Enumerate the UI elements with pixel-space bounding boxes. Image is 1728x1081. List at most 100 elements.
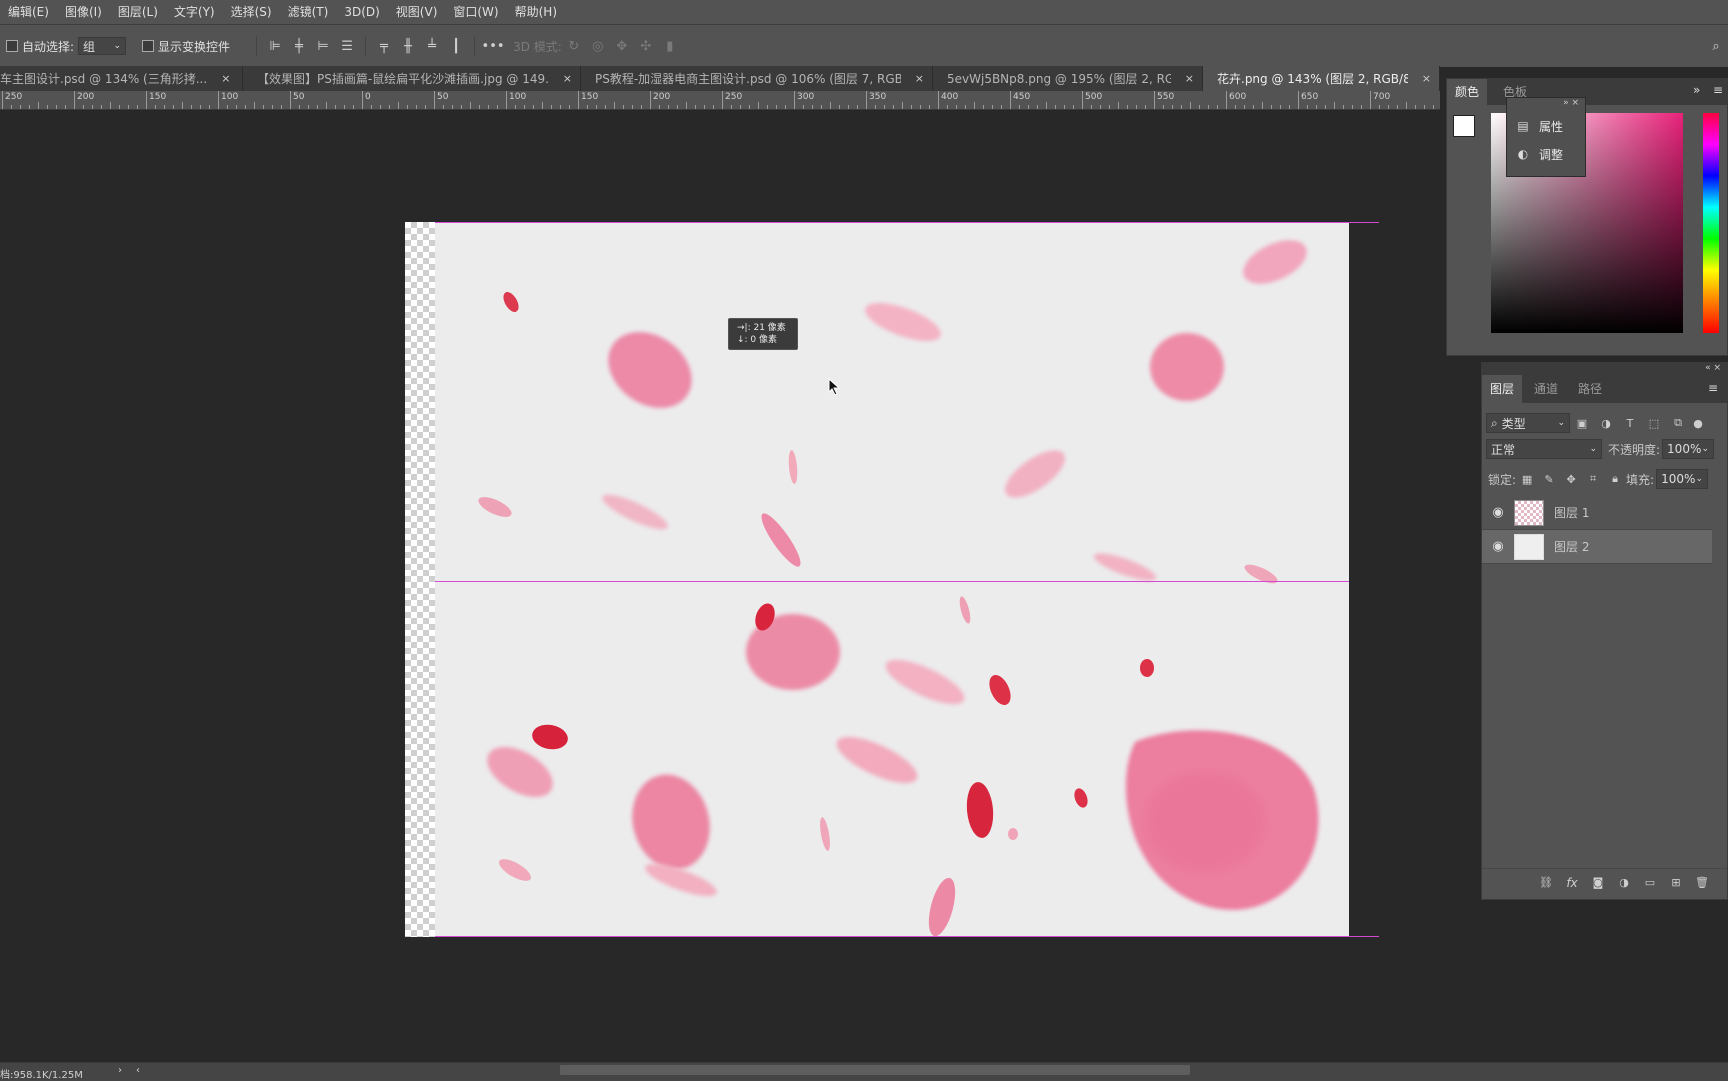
layer-row-2[interactable]: ◉ 图层 2 (1482, 530, 1712, 564)
close-icon[interactable]: × (1185, 72, 1194, 85)
new-adjustment-icon[interactable]: ◑ (1611, 871, 1637, 895)
flyout-item-properties[interactable]: ▤ 属性 (1507, 112, 1585, 140)
menu-select[interactable]: 选择(S) (223, 0, 280, 24)
lock-transparent-icon[interactable]: ▦ (1516, 467, 1538, 491)
roll-3d-icon[interactable]: ◎ (586, 34, 610, 58)
menu-help[interactable]: 帮助(H) (507, 0, 565, 24)
layers-footer: ⛓︎ fx ◙ ◑ ▭ ⊞ 🗑︎ (1482, 868, 1727, 896)
tab-doc-active[interactable]: 花卉.png @ 143% (图层 2, RGB/8) * × (1203, 66, 1440, 91)
visibility-eye-icon[interactable]: ◉ (1482, 505, 1514, 520)
filter-shape-icon[interactable]: ⬚ (1642, 411, 1666, 435)
panel-menu-icon[interactable]: ≡ (1713, 83, 1723, 97)
menu-3d[interactable]: 3D(D) (336, 0, 387, 24)
scale-3d-icon[interactable]: ▮ (658, 34, 682, 58)
layer-name[interactable]: 图层 2 (1554, 538, 1589, 555)
menu-view[interactable]: 视图(V) (388, 0, 446, 24)
filter-type-icon[interactable]: T (1618, 411, 1642, 435)
ruler-minor-tick (29, 105, 30, 109)
close-icon[interactable]: × (1422, 72, 1431, 85)
collapse-icon[interactable]: » (1693, 83, 1700, 97)
menu-edit[interactable]: 编辑(E) (0, 0, 57, 24)
tab-color[interactable]: 颜色 (1447, 79, 1488, 105)
align-middle-icon[interactable]: ╫ (396, 34, 420, 58)
flyout-item-adjustments[interactable]: ◐ 调整 (1507, 140, 1585, 168)
menu-layer[interactable]: 图层(L) (110, 0, 166, 24)
foreground-swatch[interactable] (1453, 115, 1475, 137)
menu-type[interactable]: 文字(Y) (166, 0, 223, 24)
tab-layers[interactable]: 图层 (1482, 375, 1523, 403)
hue-slider[interactable] (1703, 113, 1719, 333)
auto-select-dropdown[interactable]: 组 ⌄ (78, 37, 127, 55)
ruler-minor-tick (821, 105, 822, 109)
tab-doc-3[interactable]: PS教程-加湿器电商主图设计.psd @ 106% (图层 7, RGB... … (581, 66, 933, 91)
layer-name[interactable]: 图层 1 (1554, 504, 1589, 521)
distribute-vertical-icon[interactable]: ┃ (444, 34, 468, 58)
align-top-icon[interactable]: ╤ (372, 34, 396, 58)
document-canvas[interactable] (405, 222, 1349, 937)
tab-channels[interactable]: 通道 (1526, 375, 1566, 403)
expand-icon[interactable]: » (1563, 98, 1569, 108)
ruler-minor-tick (488, 105, 489, 109)
delete-layer-icon[interactable]: 🗑︎ (1689, 871, 1715, 895)
close-icon[interactable]: × (563, 72, 572, 85)
new-group-icon[interactable]: ▭ (1637, 871, 1663, 895)
opacity-field[interactable]: 100% ⌄ (1662, 439, 1715, 459)
fill-field[interactable]: 100% ⌄ (1656, 469, 1709, 489)
horizontal-ruler[interactable]: 250 200 150 100 50 0 50 100 150 200 250 300 350 400 45… (0, 91, 1440, 110)
lock-all-icon[interactable]: 🔒︎ (1604, 467, 1626, 491)
collapse-icon[interactable]: « (1705, 363, 1711, 373)
align-bottom-icon[interactable]: ╧ (420, 34, 444, 58)
canvas-image[interactable] (435, 222, 1349, 937)
lock-position-icon[interactable]: ✥ (1560, 467, 1582, 491)
drag-3d-icon[interactable]: ✥ (610, 34, 634, 58)
filter-smart-object-icon[interactable]: ⧉ (1666, 411, 1690, 435)
ruler-minor-tick (731, 105, 732, 109)
filter-pixel-icon[interactable]: ▣ (1570, 411, 1594, 435)
layer-thumbnail (1514, 533, 1544, 560)
ruler-minor-tick (128, 105, 129, 109)
close-icon[interactable]: × (221, 72, 230, 85)
slide-3d-icon[interactable]: ✣ (634, 34, 658, 58)
lock-artboard-icon[interactable]: ⌗ (1582, 467, 1604, 491)
close-icon[interactable]: × (1571, 98, 1579, 108)
ruler-minor-tick (632, 105, 633, 109)
distribute-icon[interactable]: ☰ (335, 34, 359, 58)
show-transform-checkbox[interactable] (142, 40, 155, 52)
layer-style-icon[interactable]: fx (1559, 871, 1585, 895)
visibility-eye-icon[interactable]: ◉ (1482, 539, 1514, 554)
menu-image[interactable]: 图像(I) (57, 0, 110, 24)
search-icon[interactable]: ⌕ (1704, 34, 1728, 58)
more-options-icon[interactable]: ••• (481, 34, 505, 58)
align-center-icon[interactable]: ╪ (287, 34, 311, 58)
panel-menu-icon[interactable]: ≡ (1708, 381, 1718, 395)
tab-doc-2[interactable]: 【效果图】PS插画篇-鼠绘扁平化沙滩插画.jpg @ 149... × (243, 66, 581, 91)
chevron-right-icon[interactable]: › (118, 1065, 122, 1076)
ruler-label: 100 (221, 92, 239, 102)
orbit-3d-icon[interactable]: ↻ (562, 34, 586, 58)
align-right-icon[interactable]: ⊨ (311, 34, 335, 58)
filter-toggle-icon[interactable]: ● (1690, 411, 1706, 435)
close-icon[interactable]: × (1713, 363, 1721, 373)
layer-filter-dropdown[interactable]: ⌕ 类型 ⌄ (1486, 413, 1570, 433)
lock-image-icon[interactable]: ✎ (1538, 467, 1560, 491)
align-left-icon[interactable]: ⊫ (263, 34, 287, 58)
layer-row-1[interactable]: ◉ 图层 1 (1482, 496, 1712, 530)
ruler-label: 100 (509, 92, 527, 102)
menu-window[interactable]: 窗口(W) (445, 0, 506, 24)
ruler-label: 300 (797, 92, 815, 102)
scroll-left-icon[interactable]: ‹ (136, 1065, 140, 1076)
tab-doc-1[interactable]: 车主图设计.psd @ 134% (三角形拷... × (0, 66, 243, 91)
tab-doc-4[interactable]: 5evWj5BNp8.png @ 195% (图层 2, RGB/... × (933, 66, 1203, 91)
menu-filter[interactable]: 滤镜(T) (280, 0, 337, 24)
link-layers-icon[interactable]: ⛓︎ (1533, 871, 1559, 895)
filter-adjustment-icon[interactable]: ◑ (1594, 411, 1618, 435)
tab-paths[interactable]: 路径 (1570, 375, 1610, 403)
add-mask-icon[interactable]: ◙ (1585, 871, 1611, 895)
ruler-minor-tick (1334, 102, 1335, 109)
ruler-minor-tick (353, 105, 354, 109)
new-layer-icon[interactable]: ⊞ (1663, 871, 1689, 895)
auto-select-checkbox[interactable] (6, 40, 18, 52)
horizontal-scrollbar-thumb[interactable] (560, 1065, 1190, 1075)
close-icon[interactable]: × (915, 72, 924, 85)
blend-mode-dropdown[interactable]: 正常 ⌄ (1486, 439, 1602, 459)
